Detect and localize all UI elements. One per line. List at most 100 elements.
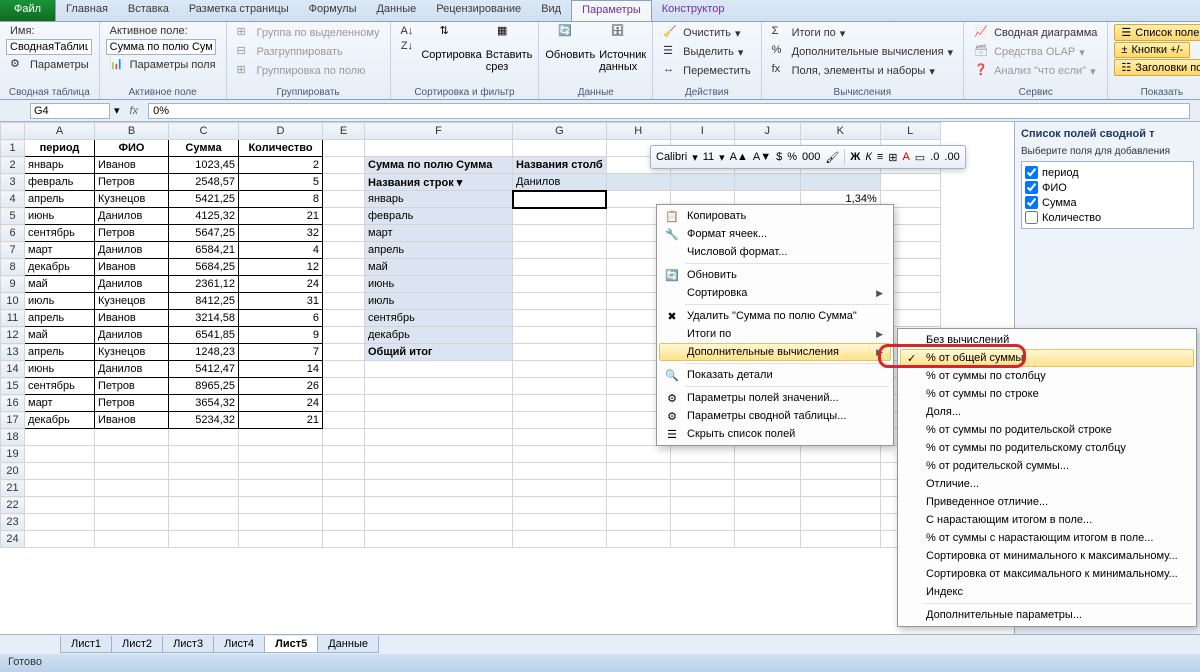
cell[interactable] (25, 429, 95, 446)
cell[interactable]: сентябрь (25, 225, 95, 242)
cell[interactable]: Сумма по полю Сумма (365, 157, 513, 174)
row-header[interactable]: 10 (1, 293, 25, 310)
menu-item[interactable]: ⚙Параметры сводной таблицы... (659, 407, 891, 425)
cell[interactable]: Иванов (95, 310, 169, 327)
cell[interactable] (323, 344, 365, 361)
cell[interactable] (734, 174, 800, 191)
checkbox[interactable] (1025, 181, 1038, 194)
cell[interactable]: июнь (365, 276, 513, 293)
cell[interactable]: декабрь (25, 412, 95, 429)
tab-pagelayout[interactable]: Разметка страницы (179, 0, 299, 21)
col-header[interactable]: D (239, 123, 323, 140)
cell[interactable] (513, 140, 607, 157)
cell[interactable] (169, 446, 239, 463)
sheet-tabs[interactable]: Лист1Лист2Лист3Лист4Лист5Данные (0, 634, 1200, 654)
cell[interactable] (365, 395, 513, 412)
field-checkbox[interactable]: период (1025, 165, 1190, 180)
cell[interactable]: Петров (95, 378, 169, 395)
checkbox[interactable] (1025, 166, 1038, 179)
cell[interactable]: Данилов (95, 327, 169, 344)
cell[interactable] (513, 276, 607, 293)
cell[interactable]: Кузнецов (95, 344, 169, 361)
cell[interactable]: 31 (239, 293, 323, 310)
row-header[interactable]: 17 (1, 412, 25, 429)
cell[interactable]: декабрь (365, 327, 513, 344)
cell[interactable]: апрель (365, 242, 513, 259)
row-header[interactable]: 16 (1, 395, 25, 412)
cell[interactable] (365, 446, 513, 463)
cell[interactable]: 9 (239, 327, 323, 344)
cell[interactable] (323, 191, 365, 208)
cell[interactable]: 5234,32 (169, 412, 239, 429)
cell[interactable] (800, 531, 880, 548)
row-header[interactable]: 2 (1, 157, 25, 174)
cell[interactable] (323, 157, 365, 174)
shrink-font-icon[interactable]: A▼ (753, 151, 771, 163)
cell[interactable] (25, 531, 95, 548)
cell[interactable] (95, 497, 169, 514)
fieldlist-toggle[interactable]: ☰Список поле (1114, 24, 1200, 41)
sheet-tab[interactable]: Данные (317, 636, 379, 653)
fields-button[interactable]: fxПоля, элементы и наборы ▾ (768, 62, 939, 80)
sheet-tab[interactable]: Лист4 (213, 636, 265, 653)
cell[interactable] (513, 259, 607, 276)
menu-item[interactable]: ☰Скрыть список полей (659, 425, 891, 443)
cell[interactable]: 21 (239, 412, 323, 429)
cell[interactable]: Названия столб (513, 157, 607, 174)
calc-submenu[interactable]: Без вычислений✓% от общей суммы% от сумм… (897, 328, 1197, 627)
cell[interactable] (323, 276, 365, 293)
italic-icon[interactable]: К (865, 151, 871, 163)
cell[interactable] (323, 412, 365, 429)
cell[interactable] (25, 480, 95, 497)
cell[interactable] (670, 463, 734, 480)
cell[interactable]: Данилов (95, 361, 169, 378)
pt-name-input[interactable] (6, 39, 92, 55)
pt-options-button[interactable]: ⚙Параметры (6, 56, 93, 74)
font-size[interactable]: 11 (703, 151, 714, 163)
select-all[interactable] (1, 123, 25, 140)
cell[interactable] (365, 463, 513, 480)
submenu-item[interactable]: Сортировка от минимального к максимально… (900, 547, 1194, 565)
row-header[interactable]: 15 (1, 378, 25, 395)
col-header[interactable]: E (323, 123, 365, 140)
row-header[interactable]: 23 (1, 514, 25, 531)
cell[interactable] (606, 174, 670, 191)
cell[interactable] (734, 480, 800, 497)
cell[interactable] (670, 531, 734, 548)
cell[interactable] (670, 497, 734, 514)
cell[interactable]: февраль (365, 208, 513, 225)
submenu-item[interactable]: Доля... (900, 403, 1194, 421)
cell[interactable]: 4125,32 (169, 208, 239, 225)
field-settings-button[interactable]: 📊Параметры поля (106, 56, 220, 74)
cell[interactable] (239, 514, 323, 531)
field-checkbox[interactable]: ФИО (1025, 180, 1190, 195)
cell[interactable]: 26 (239, 378, 323, 395)
cell[interactable] (734, 497, 800, 514)
cell[interactable] (734, 446, 800, 463)
cell[interactable] (239, 446, 323, 463)
menu-item[interactable]: 📋Копировать (659, 207, 891, 225)
cell[interactable] (513, 463, 607, 480)
cell[interactable]: декабрь (25, 259, 95, 276)
cell[interactable]: Данилов (95, 208, 169, 225)
cell[interactable]: июнь (25, 208, 95, 225)
submenu-item[interactable]: Приведенное отличие... (900, 493, 1194, 511)
submenu-item[interactable]: ✓% от общей суммы (900, 349, 1194, 367)
ungroup-button[interactable]: ⊟Разгруппировать (233, 43, 347, 61)
calc-button[interactable]: %Дополнительные вычисления ▾ (768, 43, 958, 61)
font-name[interactable]: Calibri (656, 151, 687, 163)
row-header[interactable]: 13 (1, 344, 25, 361)
cell[interactable]: 5421,25 (169, 191, 239, 208)
cell[interactable] (365, 531, 513, 548)
sheet-tab[interactable]: Лист5 (264, 636, 318, 653)
sheet-tab[interactable]: Лист1 (60, 636, 112, 653)
cell[interactable] (800, 514, 880, 531)
cell[interactable] (323, 208, 365, 225)
percent-icon[interactable]: % (787, 151, 797, 163)
cell[interactable]: 12 (239, 259, 323, 276)
cell[interactable] (513, 191, 607, 208)
cell[interactable] (323, 174, 365, 191)
cell[interactable]: Сумма (169, 140, 239, 157)
cell[interactable] (323, 446, 365, 463)
row-header[interactable]: 12 (1, 327, 25, 344)
